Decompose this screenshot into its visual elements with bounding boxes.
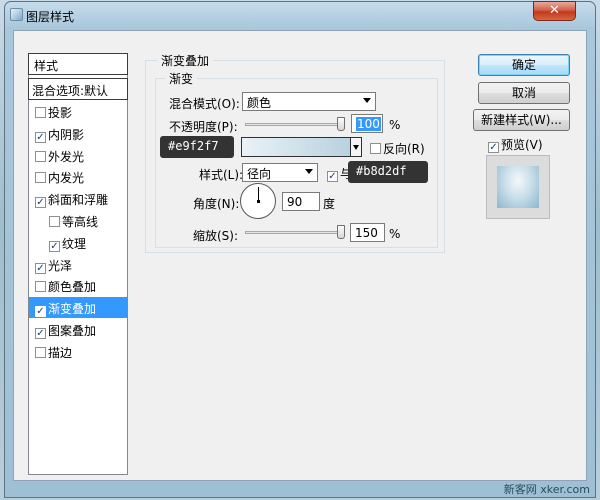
style-checkbox[interactable]: ✓ [35, 131, 46, 143]
style-list-item[interactable]: ✓ 渐变叠加 [29, 297, 127, 319]
gradient-overlay-title: 渐变叠加 [157, 52, 214, 69]
style-list-item[interactable]: ✓ 图案叠加 [29, 319, 127, 340]
angle-dial[interactable] [240, 183, 276, 219]
style-checkbox[interactable]: ✓ [49, 240, 60, 252]
end-color-tooltip: #b8d2df [348, 161, 428, 183]
style-checkbox[interactable]: ✓ [35, 197, 46, 209]
blending-options-item[interactable]: 混合选项:默认 [28, 78, 128, 100]
style-list-item-label: 外发光 [48, 149, 85, 164]
style-list-item-label: 斜面和浮雕 [48, 193, 109, 208]
style-preview-swatch [497, 166, 539, 208]
style-list-item[interactable]: 等高线 [29, 210, 127, 231]
reverse-checkbox-row[interactable]: 反向(R) [370, 140, 425, 157]
blend-mode-select[interactable]: 颜色 [242, 92, 376, 111]
preview-checkbox[interactable]: ✓ [488, 142, 499, 153]
style-list-item[interactable]: 内发光 [29, 166, 127, 187]
chevron-down-icon [363, 98, 371, 103]
cancel-button[interactable]: 取消 [478, 82, 570, 104]
gradient-style-value: 径向 [247, 167, 272, 181]
style-checkbox[interactable]: ✓ [35, 306, 46, 318]
scale-input[interactable]: 150 [350, 223, 385, 242]
style-checkbox[interactable]: ✓ [35, 328, 46, 339]
style-preview [486, 155, 550, 219]
style-list-item[interactable]: 投影 [29, 101, 127, 122]
style-checkbox[interactable] [35, 150, 46, 162]
preview-row[interactable]: ✓ 预览(V) [488, 136, 543, 153]
style-list-item-label: 描边 [48, 345, 73, 360]
style-list-item-label: 纹理 [62, 236, 87, 251]
opacity-slider-thumb[interactable] [337, 117, 345, 131]
chevron-down-icon [353, 145, 359, 150]
style-list-item-label: 投影 [48, 106, 73, 120]
start-color-tooltip: #e9f2f7 [160, 136, 234, 158]
style-checkbox[interactable] [35, 172, 46, 184]
style-checkbox[interactable] [35, 346, 46, 358]
chevron-down-icon [305, 169, 313, 174]
styles-header[interactable]: 样式 [28, 53, 128, 75]
style-list-item-label: 内阴影 [48, 127, 85, 142]
style-list-item[interactable]: ✓ 斜面和浮雕 [29, 188, 127, 209]
style-checkbox[interactable] [35, 107, 46, 118]
gradient-group-title: 渐变 [165, 70, 198, 87]
window-title: 图层样式 [26, 10, 75, 24]
scale-unit: % [389, 227, 401, 241]
gradient-style-select[interactable]: 径向 [242, 163, 318, 182]
style-list-item-label: 渐变叠加 [48, 302, 97, 317]
close-button[interactable]: ✕ [533, 1, 576, 21]
style-list-item[interactable]: 外发光 [29, 145, 127, 166]
angle-label: 角度(N): [193, 197, 240, 211]
watermark: 新客网 xker.com [503, 483, 590, 496]
style-list-item[interactable]: ✓ 纹理 [29, 232, 127, 253]
opacity-slider-track[interactable] [245, 123, 345, 126]
style-label: 样式(L): [199, 168, 244, 182]
reverse-label: 反向(R) [383, 142, 425, 156]
opacity-unit: % [389, 118, 401, 132]
scale-slider-thumb[interactable] [337, 225, 345, 239]
reverse-checkbox[interactable] [370, 143, 381, 154]
style-list-item-label: 等高线 [62, 215, 99, 229]
style-checkbox[interactable] [35, 281, 46, 293]
align-with-layer-checkbox[interactable]: ✓ [327, 171, 338, 182]
angle-unit: 度 [323, 197, 336, 211]
opacity-label: 不透明度(P): [169, 120, 238, 134]
style-checkbox[interactable] [49, 216, 60, 227]
angle-dial-center [257, 200, 260, 203]
scale-label: 缩放(S): [193, 229, 239, 243]
gradient-picker[interactable] [241, 137, 351, 157]
style-list-item[interactable]: 描边 [29, 341, 127, 362]
style-list-item-label: 图案叠加 [48, 324, 97, 338]
angle-input[interactable]: 90 [282, 192, 320, 211]
style-list-item-label: 颜色叠加 [48, 280, 97, 295]
new-style-button[interactable]: 新建样式(W)... [473, 109, 570, 131]
style-list-item-label: 内发光 [48, 171, 85, 186]
style-list-item[interactable]: 颜色叠加 [29, 275, 127, 296]
style-list-item-label: 光泽 [48, 258, 73, 273]
style-list-item[interactable]: ✓ 内阴影 [29, 123, 127, 144]
opacity-input[interactable]: 100 [351, 114, 383, 133]
preview-label: 预览(V) [501, 138, 543, 152]
gradient-dropdown-button[interactable] [350, 137, 362, 157]
app-icon [10, 8, 23, 21]
blend-mode-value: 颜色 [247, 96, 272, 110]
blend-mode-label: 混合模式(O): [169, 97, 240, 111]
style-checkbox[interactable]: ✓ [35, 262, 46, 274]
style-list-item[interactable]: ✓ 光泽 [29, 254, 127, 275]
scale-slider-track[interactable] [245, 231, 345, 234]
ok-button[interactable]: 确定 [478, 54, 570, 76]
